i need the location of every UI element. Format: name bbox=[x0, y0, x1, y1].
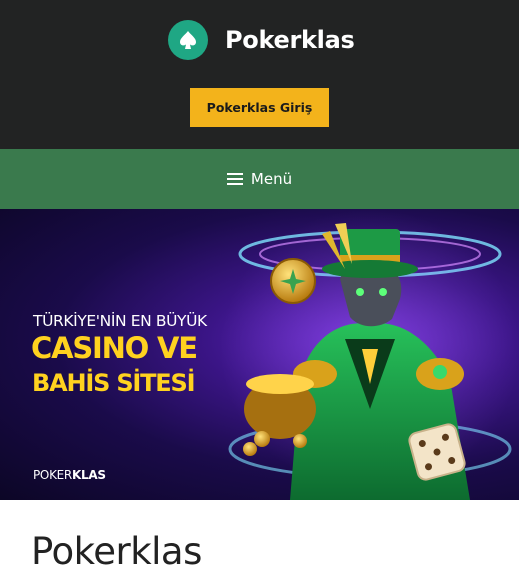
banner-headline-1: CASINO VE bbox=[31, 331, 198, 365]
banner-logo-part1: POKER bbox=[33, 468, 72, 482]
banner-headline-2: BAHİS SİTESİ bbox=[32, 369, 196, 397]
menu-label[interactable]: Menü bbox=[251, 170, 292, 188]
hamburger-icon[interactable] bbox=[226, 172, 243, 186]
site-title[interactable]: Pokerklas bbox=[225, 26, 355, 54]
page-title: Pokerklas bbox=[31, 530, 202, 573]
banner-logo: POKERKLAS bbox=[33, 468, 106, 482]
site-header: Pokerklas Pokerklas Giriş bbox=[0, 0, 519, 149]
hero-banner[interactable]: TÜRKİYE'NİN EN BÜYÜK CASINO VE BAHİS SİT… bbox=[0, 209, 519, 500]
login-button[interactable]: Pokerklas Giriş bbox=[190, 88, 329, 127]
brand[interactable]: Pokerklas bbox=[168, 20, 355, 60]
banner-logo-part2: KLAS bbox=[71, 468, 106, 482]
menu-toggle[interactable]: Menü bbox=[0, 149, 519, 209]
banner-subtitle: TÜRKİYE'NİN EN BÜYÜK bbox=[33, 312, 207, 330]
spade-icon[interactable] bbox=[168, 20, 208, 60]
